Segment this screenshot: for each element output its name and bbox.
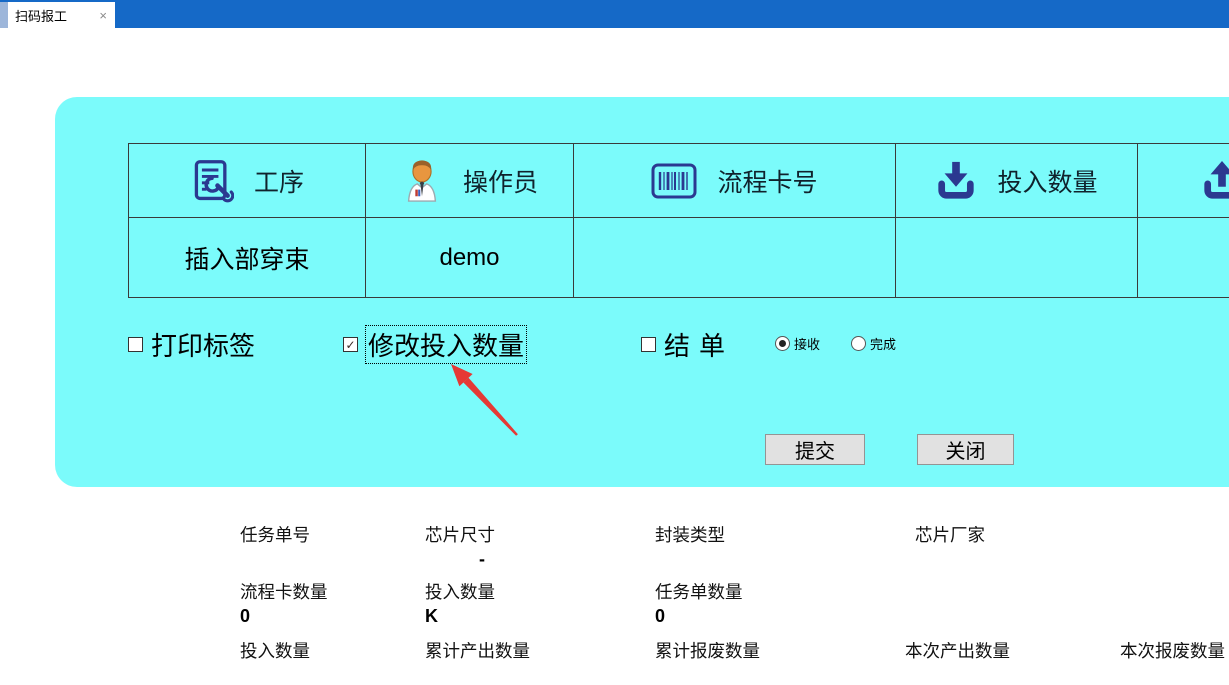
barcode-icon xyxy=(651,163,697,199)
chip-size-value: - xyxy=(479,549,485,570)
header-process: 工序 xyxy=(129,144,366,218)
options-row: 打印标签 ✓ 修改投入数量 结单 接收 完成 xyxy=(0,326,1229,356)
total-output-label: 累计产出数量 xyxy=(425,638,530,663)
chip-size-label: 芯片尺寸 xyxy=(425,522,495,547)
input-qty2-value: K xyxy=(425,606,438,627)
close-order-checkbox[interactable] xyxy=(641,337,656,352)
tab-strip-edge xyxy=(0,2,8,28)
tab-bar: 扫码报工 × xyxy=(0,0,1229,28)
print-label-option[interactable]: 打印标签 xyxy=(128,326,255,363)
card-count-label: 流程卡数量 xyxy=(240,579,328,604)
table-header-row: 工序 操作员 xyxy=(129,144,1229,218)
card-count-value: 0 xyxy=(240,606,250,627)
receive-radio-option[interactable]: 接收 xyxy=(775,334,820,353)
tab-close-icon[interactable]: × xyxy=(99,9,107,22)
upload-icon xyxy=(1201,159,1229,203)
finish-radio-option[interactable]: 完成 xyxy=(851,334,896,353)
total-scrap-label: 累计报废数量 xyxy=(655,638,760,663)
current-scrap-label: 本次报废数量 xyxy=(1120,638,1225,663)
cell-input-qty[interactable] xyxy=(896,218,1138,298)
chip-vendor-label: 芯片厂家 xyxy=(915,522,985,547)
process-value: 插入部穿束 xyxy=(184,240,309,276)
process-icon xyxy=(190,158,234,204)
operator-value: demo xyxy=(439,244,499,272)
cell-report-qty[interactable] xyxy=(1138,218,1229,298)
receive-radio-dot xyxy=(779,340,786,347)
header-operator-label: 操作员 xyxy=(463,163,538,199)
header-input-qty: 投入数量 xyxy=(896,144,1138,218)
finish-radio[interactable] xyxy=(851,336,866,351)
header-card-no-label: 流程卡号 xyxy=(717,163,817,199)
cell-card-no[interactable] xyxy=(574,218,896,298)
task-order-label: 任务单号 xyxy=(240,522,310,547)
close-button[interactable]: 关闭 xyxy=(917,434,1014,465)
finish-radio-text: 完成 xyxy=(870,334,896,353)
download-icon xyxy=(935,159,977,203)
tab-title: 扫码报工 xyxy=(15,6,67,25)
receive-radio-text: 接收 xyxy=(794,334,820,353)
cell-operator[interactable]: demo xyxy=(366,218,574,298)
print-label-checkbox[interactable] xyxy=(128,337,143,352)
print-label-text: 打印标签 xyxy=(151,326,255,363)
task-count-label: 任务单数量 xyxy=(655,579,743,604)
current-output-label: 本次产出数量 xyxy=(905,638,1010,663)
operator-icon xyxy=(401,158,443,204)
header-input-qty-label: 投入数量 xyxy=(997,163,1097,199)
cell-process[interactable]: 插入部穿束 xyxy=(129,218,366,298)
header-process-label: 工序 xyxy=(254,163,304,199)
input-qty2-label: 投入数量 xyxy=(425,579,495,604)
modify-input-qty-checkbox[interactable]: ✓ xyxy=(343,337,358,352)
header-operator: 操作员 xyxy=(366,144,574,218)
package-type-label: 封装类型 xyxy=(655,522,725,547)
modify-input-qty-text: 修改投入数量 xyxy=(366,326,526,363)
close-order-text: 结单 xyxy=(664,326,734,363)
scan-report-window: 扫码报工 × 工 xyxy=(0,0,1229,685)
input-qty3-label: 投入数量 xyxy=(240,638,310,663)
close-order-option[interactable]: 结单 xyxy=(641,326,734,363)
task-count-value: 0 xyxy=(655,606,665,627)
tab-scan-report[interactable]: 扫码报工 × xyxy=(8,2,115,28)
receive-radio[interactable] xyxy=(775,336,790,351)
modify-input-qty-option[interactable]: ✓ 修改投入数量 xyxy=(343,326,526,363)
table-data-row: 插入部穿束 demo xyxy=(129,218,1229,298)
header-report-qty: 报工数量 xyxy=(1138,144,1229,218)
submit-button[interactable]: 提交 xyxy=(765,434,865,465)
header-card-no: 流程卡号 xyxy=(574,144,896,218)
job-table: 工序 操作员 xyxy=(128,143,1229,298)
